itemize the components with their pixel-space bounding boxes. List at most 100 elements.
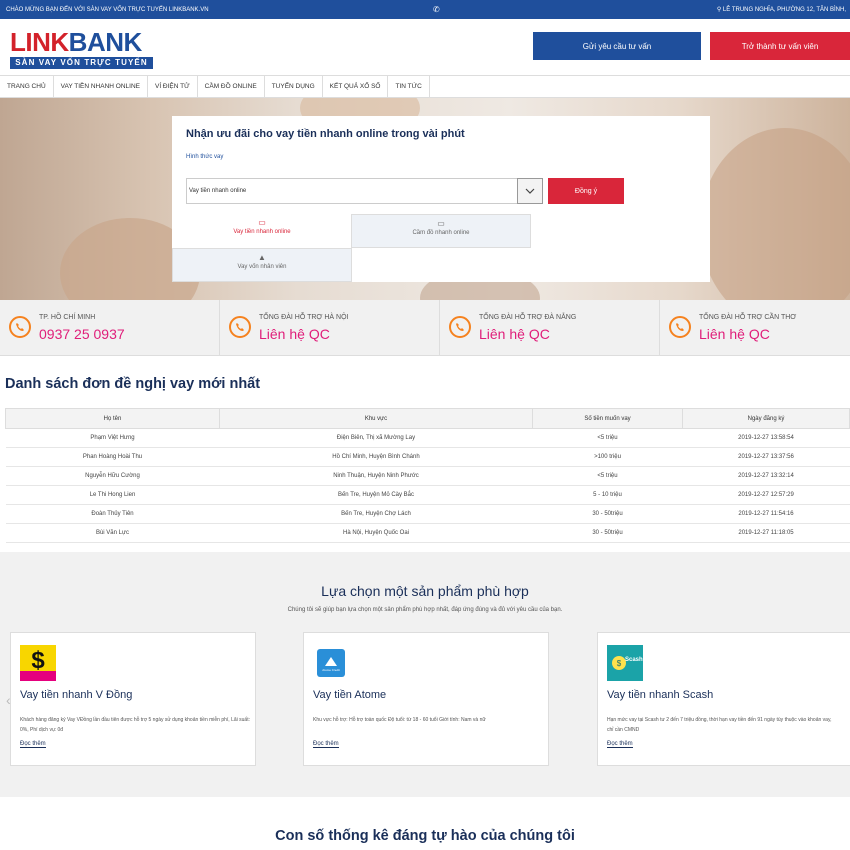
cell-date: 2019-12-27 11:18:05 — [682, 523, 850, 543]
hero-banner: Nhận ưu đãi cho vay tiền nhanh online tr… — [0, 98, 850, 300]
product-card-atome[interactable]: Atome Credit Vay tiền Atome Khu vực hỗ t… — [303, 632, 549, 766]
nav-item-pawn-online[interactable]: CẦM ĐỒ ONLINE — [198, 76, 265, 97]
agree-button[interactable]: Đồng ý — [548, 178, 624, 204]
cell-name: Le Thi Hong Lien — [5, 485, 220, 505]
hotline-hcm[interactable]: TP. HỒ CHÍ MINH 0937 25 0937 — [0, 300, 220, 355]
product-name: Vay tiền nhanh Scash — [607, 689, 714, 701]
cell-amount: <5 triệu — [532, 428, 683, 448]
product-name: Vay tiền nhanh V Đồng — [20, 689, 133, 701]
hotline-number: 0937 25 0937 — [39, 326, 125, 342]
cell-region: Bến Tre, Huyện Chợ Lách — [219, 504, 533, 524]
cell-date: 2019-12-27 13:58:54 — [682, 428, 850, 448]
cell-date: 2019-12-27 13:37:56 — [682, 447, 850, 467]
stats-title: Con số thống kê đáng tự hào của chúng tô… — [275, 828, 575, 844]
cell-region: Ninh Thuận, Huyện Ninh Phước — [219, 466, 533, 486]
table-row: Nguyễn Hữu Cường Ninh Thuận, Huyện Ninh … — [5, 466, 850, 486]
top-bar: CHÀO MỪNG BẠN ĐẾN VỚI SÀN VAY VỐN TRỰC T… — [0, 0, 850, 19]
table-row: Đoàn Thủy Tiên Bến Tre, Huyện Chợ Lách 3… — [5, 504, 850, 524]
product-description: Hạn mức vay tại Scash tư 2 đến 7 triệu đ… — [607, 717, 832, 733]
send-consult-request-button[interactable]: Gửi yêu cầu tư vấn — [533, 32, 701, 60]
hotline-bar: TP. HỒ CHÍ MINH 0937 25 0937 TỔNG ĐÀI HỖ… — [0, 300, 850, 356]
graduation-cap-icon: ▲ — [258, 253, 266, 262]
hotline-number: Liên hệ QC — [479, 326, 550, 342]
phone-icon[interactable]: ✆ — [433, 5, 440, 14]
cell-region: Hồ Chí Minh, Huyện Bình Chánh — [219, 447, 533, 467]
cell-amount: 5 - 10 triệu — [532, 485, 683, 505]
cash-icon: ▭ — [258, 218, 266, 227]
read-more-link[interactable]: Đọc thêm — [313, 741, 339, 748]
table-row: Bùi Văn Lực Hà Nội, Huyện Quốc Oai 30 - … — [5, 523, 850, 543]
logo-word-bank: BANK — [68, 27, 143, 57]
product-card-scash[interactable]: $ Scash Vay tiền nhanh Scash Hạn mức vay… — [597, 632, 850, 766]
logo-word-link: LINK — [10, 27, 69, 57]
product-description: Khu vực hỗ trợ: Hỗ trợ toàn quốc Độ tuổi… — [313, 717, 486, 723]
loan-type-label: Hình thức vay — [186, 154, 224, 160]
cell-amount: 30 - 50triệu — [532, 504, 683, 524]
scash-mark-icon: $ — [612, 656, 626, 670]
nav-item-e-wallet[interactable]: VÍ ĐIỆN TỬ — [148, 76, 198, 97]
products-subtitle: Chúng tôi sẽ giúp bạn lựa chọn một sản p… — [287, 607, 563, 613]
table-header-row: Họ tên Khu vực Số tiền muốn vay Ngày đăn… — [5, 408, 850, 429]
table-row: Phạm Việt Hưng Điện Biên, Thị xã Mường L… — [5, 428, 850, 448]
tab-fast-loan-online[interactable]: ▭ Vay tiền nhanh online — [172, 214, 352, 248]
column-header-amount: Số tiền muốn vay — [532, 408, 683, 429]
loan-type-select[interactable]: Vay tiền nhanh online — [186, 178, 543, 204]
nav-item-recruitment[interactable]: TUYỂN DỤNG — [265, 76, 323, 97]
cell-region: Bến Tre, Huyện Mỏ Cày Bắc — [219, 485, 533, 505]
phone-icon — [229, 316, 251, 338]
nav-item-fast-loan[interactable]: VAY TIỀN NHANH ONLINE — [54, 76, 148, 97]
product-description: Khách hàng đăng ký Vay VĐồng lần đầu tiê… — [20, 717, 250, 733]
hotline-title: TỔNG ĐÀI HỖ TRỢ CẦN THƠ — [699, 314, 797, 321]
chevron-left-icon[interactable]: ‹ — [6, 692, 11, 708]
tab-label: Vay tiền nhanh online — [233, 229, 291, 235]
cell-name: Nguyễn Hữu Cường — [5, 466, 220, 486]
cell-name: Bùi Văn Lực — [5, 523, 220, 543]
loan-type-selected: Vay tiền nhanh online — [189, 188, 247, 194]
products-title: Lựa chọn một sản phẩm phù hợp — [321, 583, 529, 599]
hotline-number: Liên hệ QC — [259, 326, 330, 342]
cell-region: Hà Nội, Huyện Quốc Oai — [219, 523, 533, 543]
column-header-name: Họ tên — [5, 408, 220, 429]
address-text: ⚲ LÊ TRUNG NGHĨA, PHƯỜNG 12, TÂN BÌNH, — [716, 7, 846, 13]
cell-region: Điện Biên, Thị xã Mường Lay — [219, 428, 533, 448]
column-header-date: Ngày đăng ký — [682, 408, 850, 429]
cell-name: Phan Hoàng Hoài Thu — [5, 447, 220, 467]
site-logo[interactable]: LINKBANK SÀN VAY VỐN TRỰC TUYẾN — [10, 29, 153, 69]
read-more-link[interactable]: Đọc thêm — [607, 741, 633, 748]
cell-amount: >100 triệu — [532, 447, 683, 467]
loan-requests-table: Họ tên Khu vực Số tiền muốn vay Ngày đăn… — [5, 408, 850, 543]
main-nav: TRANG CHỦ VAY TIỀN NHANH ONLINE VÍ ĐIỆN … — [0, 76, 850, 98]
tab-label: Vay vốn nhân viên — [237, 264, 287, 270]
cell-name: Phạm Việt Hưng — [5, 428, 220, 448]
loan-list-title: Danh sách đơn đề nghị vay mới nhất — [5, 376, 261, 392]
cell-date: 2019-12-27 13:32:14 — [682, 466, 850, 486]
nav-item-lottery[interactable]: KẾT QUẢ XỔ SỐ — [323, 76, 389, 97]
logo-tagline: SÀN VAY VỐN TRỰC TUYẾN — [10, 57, 153, 69]
loan-form-box: Nhận ưu đãi cho vay tiền nhanh online tr… — [172, 116, 710, 282]
nav-item-news[interactable]: TIN TỨC — [388, 76, 430, 97]
become-advisor-button[interactable]: Trở thành tư vấn viên — [710, 32, 850, 60]
tab-employee-loan[interactable]: ▲ Vay vốn nhân viên — [172, 248, 352, 282]
welcome-text: CHÀO MỪNG BẠN ĐẾN VỚI SÀN VAY VỐN TRỰC T… — [6, 6, 209, 13]
cell-amount: <5 triệu — [532, 466, 683, 486]
hotline-hanoi[interactable]: TỔNG ĐÀI HỖ TRỢ HÀ NỘI Liên hệ QC — [220, 300, 440, 355]
nav-item-home[interactable]: TRANG CHỦ — [0, 76, 54, 97]
read-more-link[interactable]: Đọc thêm — [20, 741, 46, 748]
hotline-title: TỔNG ĐÀI HỖ TRỢ ĐÀ NẴNG — [479, 314, 577, 321]
chevron-down-icon[interactable] — [517, 178, 543, 204]
hotline-cantho[interactable]: TỔNG ĐÀI HỖ TRỢ CẦN THƠ Liên hệ QC — [660, 300, 850, 355]
svg-text:$: $ — [617, 659, 622, 668]
tab-pawn-online[interactable]: ▭ Cầm đồ nhanh online — [351, 214, 531, 248]
product-card-vdong[interactable]: $ Vay tiền nhanh V Đồng Khách hàng đăng … — [10, 632, 256, 766]
hotline-danang[interactable]: TỔNG ĐÀI HỖ TRỢ ĐÀ NẴNG Liên hệ QC — [440, 300, 660, 355]
phone-icon — [449, 316, 471, 338]
product-name: Vay tiền Atome — [313, 689, 387, 701]
atome-mark-icon — [325, 657, 337, 666]
cell-date: 2019-12-27 12:57:29 — [682, 485, 850, 505]
loan-form-title: Nhận ưu đãi cho vay tiền nhanh online tr… — [186, 128, 465, 140]
cell-amount: 30 - 50triệu — [532, 523, 683, 543]
cell-name: Đoàn Thủy Tiên — [5, 504, 220, 524]
cell-date: 2019-12-27 11:54:16 — [682, 504, 850, 524]
phone-icon — [669, 316, 691, 338]
products-section: Lựa chọn một sản phẩm phù hợp Chúng tôi … — [0, 552, 850, 797]
